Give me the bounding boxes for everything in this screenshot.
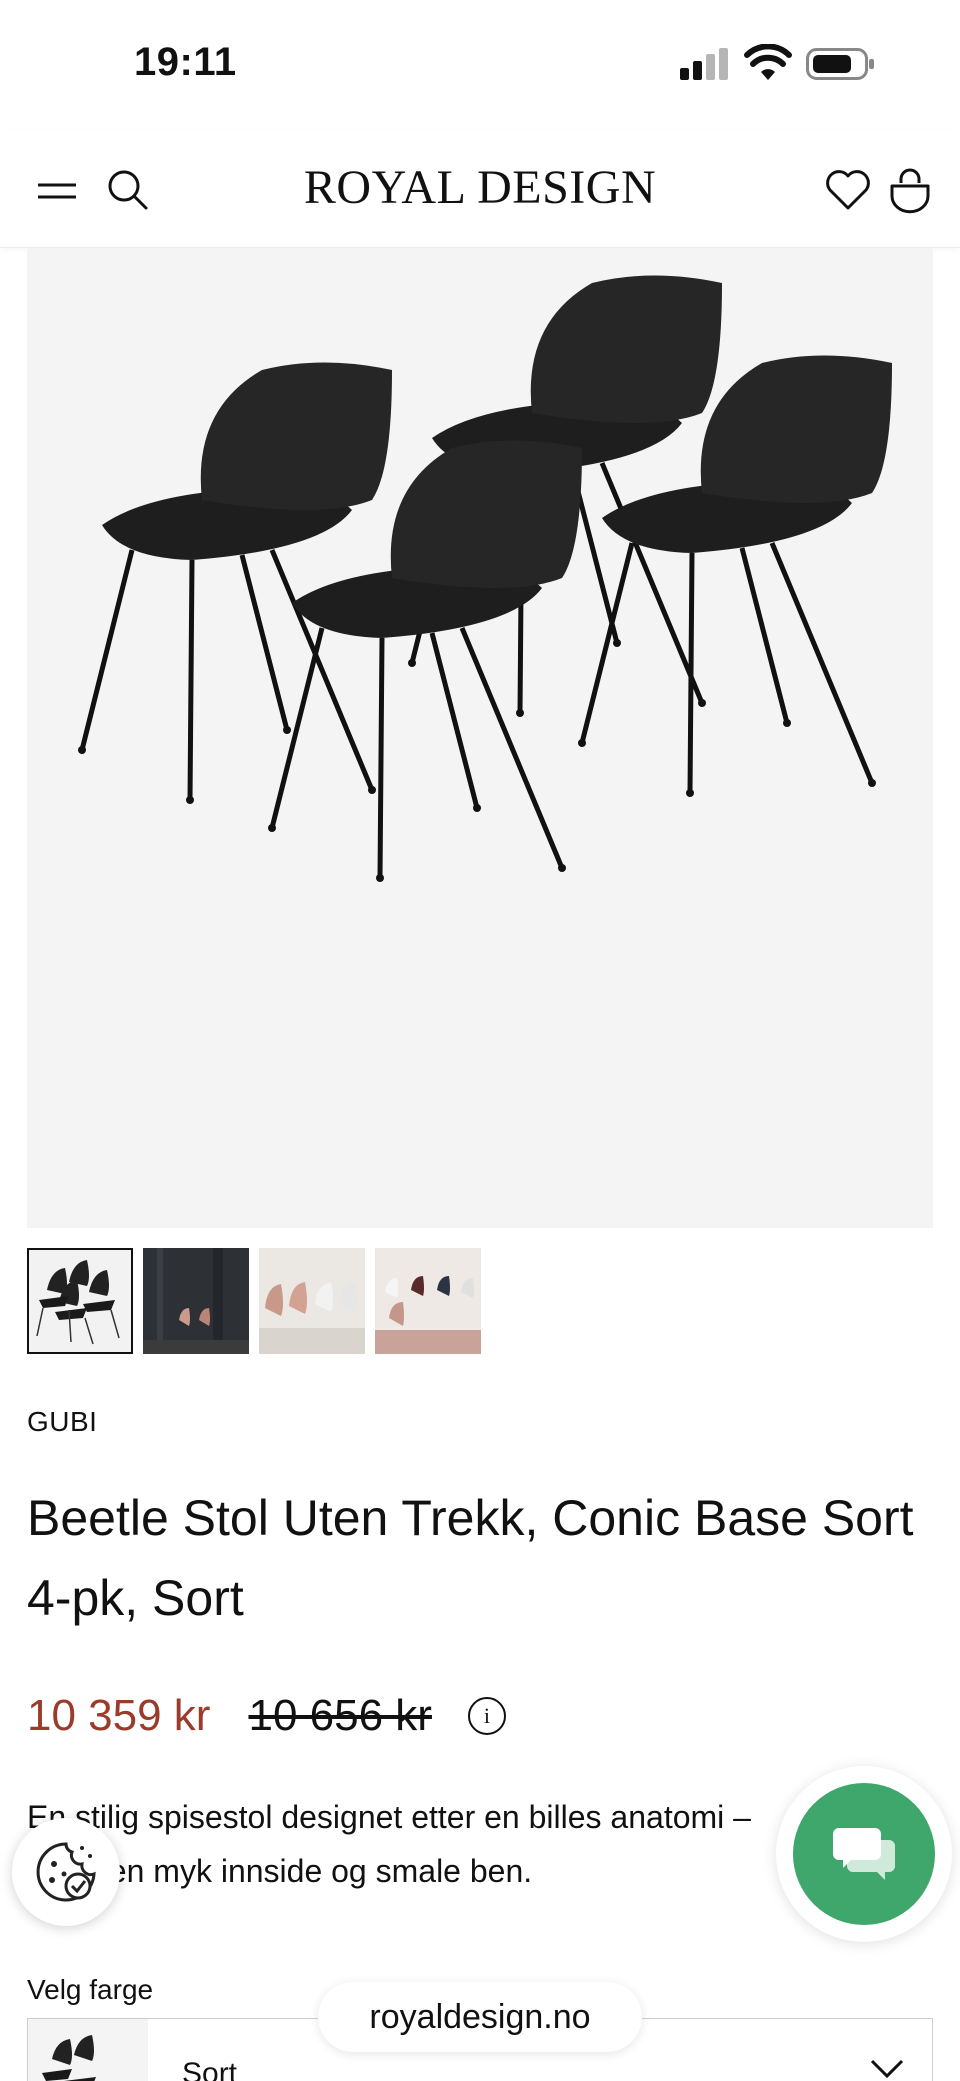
color-select-value: Sort <box>182 2057 238 2081</box>
status-bar: 19:11 <box>0 0 960 130</box>
price-row: 10 359 kr 10 656 kr i <box>27 1690 506 1742</box>
site-header: ROYAL DESIGN <box>0 130 960 248</box>
thumbnail-3[interactable] <box>259 1248 365 1354</box>
price-original: 10 656 kr <box>248 1691 432 1740</box>
wifi-icon <box>744 44 792 80</box>
chat-icon <box>833 1828 895 1880</box>
thumbnail-strip <box>27 1248 481 1354</box>
chat-button[interactable] <box>776 1766 952 1942</box>
heart-icon[interactable] <box>824 166 872 214</box>
cellular-signal-icon <box>680 48 730 80</box>
browser-url-bar[interactable]: royaldesign.no <box>318 1982 642 2052</box>
battery-icon <box>806 48 874 80</box>
color-swatch <box>28 2019 148 2081</box>
status-time: 19:11 <box>134 40 237 84</box>
chairs-image <box>27 248 933 1228</box>
thumbnail-4[interactable] <box>375 1248 481 1354</box>
thumbnail-2[interactable] <box>143 1248 249 1354</box>
menu-icon[interactable] <box>34 166 82 214</box>
cookie-settings-button[interactable] <box>12 1818 120 1926</box>
product-description: En stilig spisestol designet etter en bi… <box>27 1799 751 1889</box>
cookie-icon <box>36 1842 96 1902</box>
search-icon[interactable] <box>104 166 152 214</box>
shopping-bag-icon[interactable] <box>886 166 934 214</box>
product-brand[interactable]: GUBI <box>27 1406 97 1438</box>
chat-button-inner <box>793 1783 935 1925</box>
thumbnail-1[interactable] <box>27 1248 133 1354</box>
chevron-down-icon <box>870 2059 904 2079</box>
product-main-image[interactable] <box>27 248 933 1228</box>
info-icon[interactable]: i <box>467 1697 506 1735</box>
product-title: Beetle Stol Uten Trekk, Conic Base Sort … <box>27 1490 914 1626</box>
color-label: Velg farge <box>27 1974 154 2005</box>
price-sale: 10 359 kr <box>27 1691 211 1740</box>
